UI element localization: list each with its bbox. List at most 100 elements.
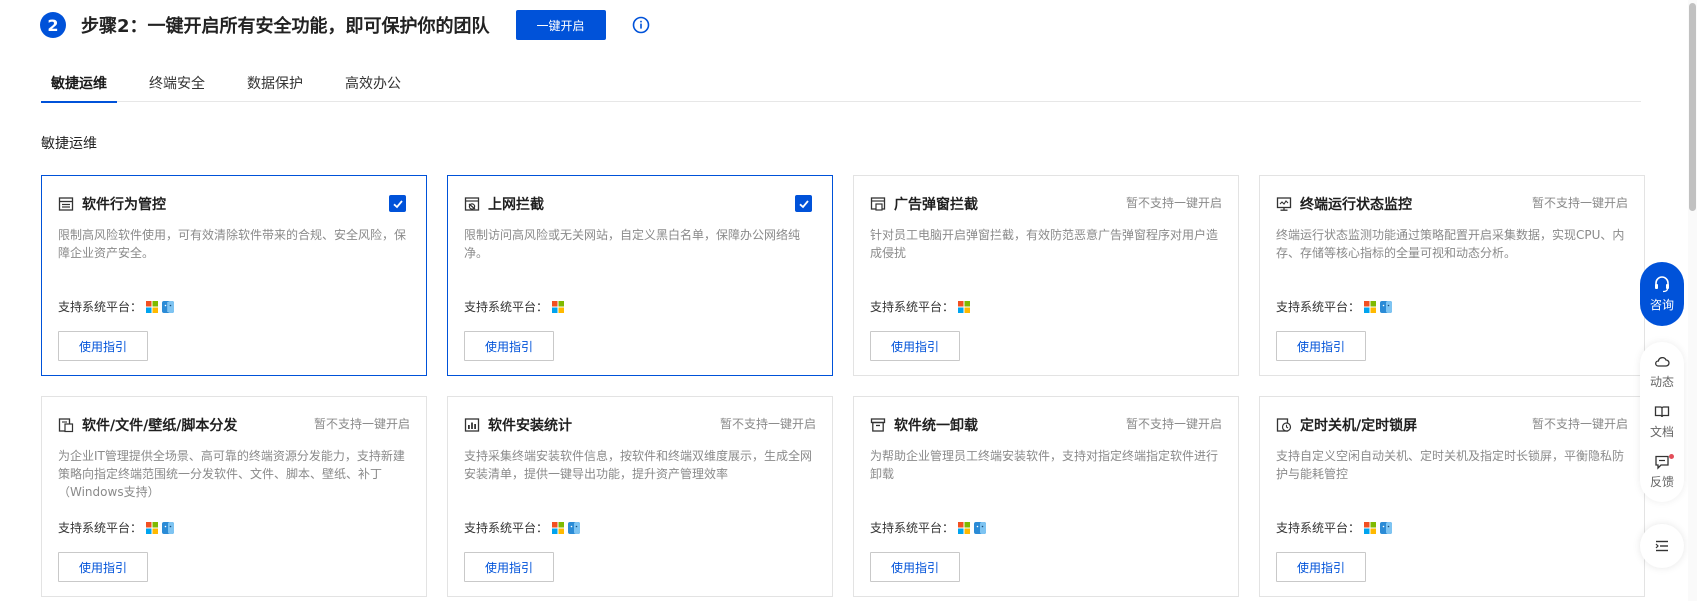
platform-row: 支持系统平台： [1276,519,1393,536]
unsupported-note: 暂不支持一键开启 [1531,196,1628,210]
card-title: 上网拦截 [488,197,544,213]
section-title: 敏捷运维 [41,136,97,152]
one-click-enable-button[interactable]: 一键开启 [515,10,606,40]
rail-item-label: 动态 [1649,375,1674,389]
list-icon [58,197,74,211]
windows-icon [552,521,565,534]
card-title: 广告弹窗拦截 [894,197,978,213]
popup-block-icon [870,197,886,211]
unsupported-note: 暂不支持一键开启 [1125,417,1222,431]
platform-row: 支持系统平台： [58,298,175,315]
platform-label: 支持系统平台： [464,521,549,535]
feature-card-distribution[interactable]: 软件/文件/壁纸/脚本分发 暂不支持一键开启 为企业IT管理提供全场景、高可靠的… [41,396,427,597]
usage-guide-button[interactable]: 使用指引 [464,331,554,361]
feature-card-software-control[interactable]: 软件行为管控 限制高风险软件使用，可有效清除软件带来的合规、安全风险，保障企业资… [41,175,427,376]
card-description: 针对员工电脑开启弹窗拦截，有效防范恶意广告弹窗程序对用户造成侵扰 [870,228,1219,260]
feature-card-endpoint-monitoring[interactable]: 终端运行状态监控 暂不支持一键开启 终端运行状态监测功能通过策略配置开启采集数据… [1259,175,1645,376]
platform-row: 支持系统平台： [1276,298,1393,315]
windows-icon [146,521,159,534]
menu-icon [1655,540,1668,552]
tab-agile-ops[interactable]: 敏捷运维 [41,68,117,103]
tab-data-protection[interactable]: 数据保护 [237,68,313,102]
mac-icon [162,300,175,313]
windows-icon [958,300,971,313]
card-description: 限制高风险软件使用，可有效清除软件带来的合规、安全风险，保障企业资产安全。 [58,228,407,260]
card-title: 软件/文件/壁纸/脚本分发 [82,418,238,434]
rail-item-label: 文档 [1649,425,1674,439]
card-title: 定时关机/定时锁屏 [1300,418,1418,434]
card-description: 支持自定义空闲自动关机、定时关机及指定时长锁屏，平衡隐私防护与能耗管控 [1276,449,1625,481]
feedback-icon [1655,455,1669,470]
card-description: 为帮助企业管理员工终端安装软件，支持对指定终端指定软件进行卸载 [870,449,1219,481]
platform-label: 支持系统平台： [870,521,955,535]
usage-guide-button[interactable]: 使用指引 [58,331,148,361]
card-description: 限制访问高风险或无关网站，自定义黑白名单，保障办公网络纯净。 [464,228,801,260]
card-description: 终端运行状态监测功能通过策略配置开启采集数据，实现CPU、内存、存储等核心指标的… [1276,228,1625,260]
check-icon [392,199,403,208]
check-icon [798,199,809,208]
mac-icon [1380,300,1393,313]
platform-label: 支持系统平台： [58,300,143,314]
notification-dot [1669,454,1674,459]
mac-icon [162,521,175,534]
step-title: 步骤2：一键开启所有安全功能，即可保护你的团队 [81,16,490,37]
unsupported-note: 暂不支持一键开启 [1531,417,1628,431]
rail-item-updates[interactable]: 动态 [1640,354,1684,390]
usage-guide-button[interactable]: 使用指引 [870,331,960,361]
windows-icon [552,300,565,313]
windows-icon [1364,521,1377,534]
category-tabs: 敏捷运维 终端安全 数据保护 高效办公 [41,68,1641,103]
usage-guide-button[interactable]: 使用指引 [1276,552,1366,582]
feature-card-popup-blocking[interactable]: 广告弹窗拦截 暂不支持一键开启 针对员工电脑开启弹窗拦截，有效防范恶意广告弹窗程… [853,175,1239,376]
web-block-icon [464,197,480,211]
book-icon [1654,406,1670,418]
platform-label: 支持系统平台： [870,300,955,314]
rail-item-feedback[interactable]: 反馈 [1640,454,1684,490]
rail-item-label: 反馈 [1649,475,1674,489]
usage-guide-button[interactable]: 使用指引 [464,552,554,582]
cloud-icon [1655,356,1670,367]
consult-button[interactable]: 咨询 [1640,262,1684,326]
tab-efficient-office[interactable]: 高效办公 [335,68,411,102]
card-title: 终端运行状态监控 [1300,197,1412,213]
platform-row: 支持系统平台： [464,519,581,536]
feature-card-web-blocking[interactable]: 上网拦截 限制访问高风险或无关网站，自定义黑白名单，保障办公网络纯净。 支持系统… [447,175,833,376]
platform-label: 支持系统平台： [58,521,143,535]
feature-card-install-stats[interactable]: 软件安装统计 暂不支持一键开启 支持采集终端安装软件信息，按软件和终端双维度展示… [447,396,833,597]
platform-label: 支持系统平台： [1276,300,1361,314]
step-number-badge: 2 [40,12,66,38]
feature-card-scheduled-shutdown[interactable]: 定时关机/定时锁屏 暂不支持一键开启 支持自定义空闲自动关机、定时关机及指定时长… [1259,396,1645,597]
feature-card-unified-uninstall[interactable]: 软件统一卸载 暂不支持一键开启 为帮助企业管理员工终端安装软件，支持对指定终端指… [853,396,1239,597]
scrollbar-thumb[interactable] [1689,3,1696,211]
usage-guide-button[interactable]: 使用指引 [58,552,148,582]
platform-label: 支持系统平台： [464,300,549,314]
unsupported-note: 暂不支持一键开启 [719,417,816,431]
distribute-icon [58,418,74,433]
card-checkbox[interactable] [795,195,812,212]
rail-panel: 动态 文档 反馈 [1640,342,1684,502]
card-title: 软件统一卸载 [894,418,978,434]
card-description: 支持采集终端安装软件信息，按软件和终端双维度展示，生成全网安装清单，提供一键导出… [464,449,813,481]
page-scrollbar[interactable] [1688,0,1697,601]
platform-label: 支持系统平台： [1276,521,1361,535]
card-checkbox[interactable] [389,195,406,212]
platform-row: 支持系统平台： [58,519,175,536]
headset-icon [1655,276,1669,293]
mac-icon [974,521,987,534]
stats-icon [464,418,480,432]
rail-menu-button[interactable] [1640,524,1684,568]
tab-endpoint-security[interactable]: 终端安全 [139,68,215,102]
unsupported-note: 暂不支持一键开启 [1125,196,1222,210]
rail-item-docs[interactable]: 文档 [1640,404,1684,440]
step-header: 2 步骤2：一键开启所有安全功能，即可保护你的团队 一键开启 [40,10,650,40]
mac-icon [568,521,581,534]
card-title: 软件安装统计 [488,418,572,434]
unsupported-note: 暂不支持一键开启 [313,417,410,431]
usage-guide-button[interactable]: 使用指引 [870,552,960,582]
uninstall-icon [870,418,886,432]
info-icon[interactable] [632,16,650,34]
usage-guide-button[interactable]: 使用指引 [1276,331,1366,361]
platform-row: 支持系统平台： [870,519,987,536]
card-description: 为企业IT管理提供全场景、高可靠的终端资源分发能力，支持新建策略向指定终端范围统… [58,449,405,499]
platform-row: 支持系统平台： [870,298,971,315]
